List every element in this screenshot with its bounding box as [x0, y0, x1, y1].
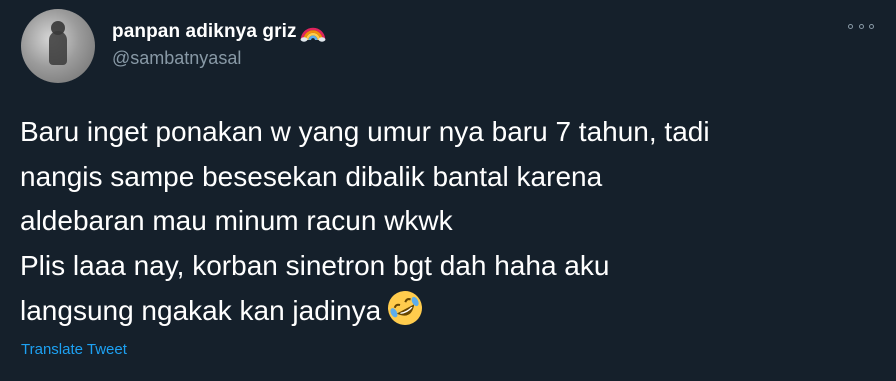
rolling-on-floor-laughing-icon — [388, 291, 423, 325]
rainbow-icon — [300, 27, 325, 42]
translate-tweet-link[interactable]: Translate Tweet — [21, 341, 127, 358]
tweet-text: Baru inget ponakan w yang umur nya baru … — [20, 110, 880, 334]
tweet-text-line: langsung ngakak kan jadinya — [20, 295, 382, 326]
avatar[interactable] — [21, 9, 95, 83]
tweet-text-line: nangis sampe besesekan dibalik bantal ka… — [20, 160, 603, 192]
tweet-text-line: Plis laaa nay, korban sinetron bgt dah h… — [20, 249, 610, 281]
display-name-row: panpan adiknya griz — [112, 20, 326, 44]
more-dot — [869, 23, 874, 29]
avatar-figure-shape — [49, 31, 67, 65]
user-handle[interactable]: @sambatnyasal — [112, 48, 326, 69]
tweet: panpan adiknya griz @sambatnyasal Baru i… — [0, 0, 896, 381]
more-options-icon[interactable] — [848, 19, 874, 33]
user-info[interactable]: panpan adiknya griz @sambatnyasal — [112, 20, 326, 69]
more-dot — [858, 23, 864, 29]
display-name[interactable]: panpan adiknya griz — [112, 21, 297, 43]
tweet-text-line: aldebaran mau minum racun wkwk — [20, 205, 453, 236]
more-dot — [848, 23, 853, 29]
tweet-text-line: Baru inget ponakan w yang umur nya baru … — [20, 116, 710, 147]
tweet-text-line-last: langsung ngakak kan jadinya — [20, 288, 880, 334]
